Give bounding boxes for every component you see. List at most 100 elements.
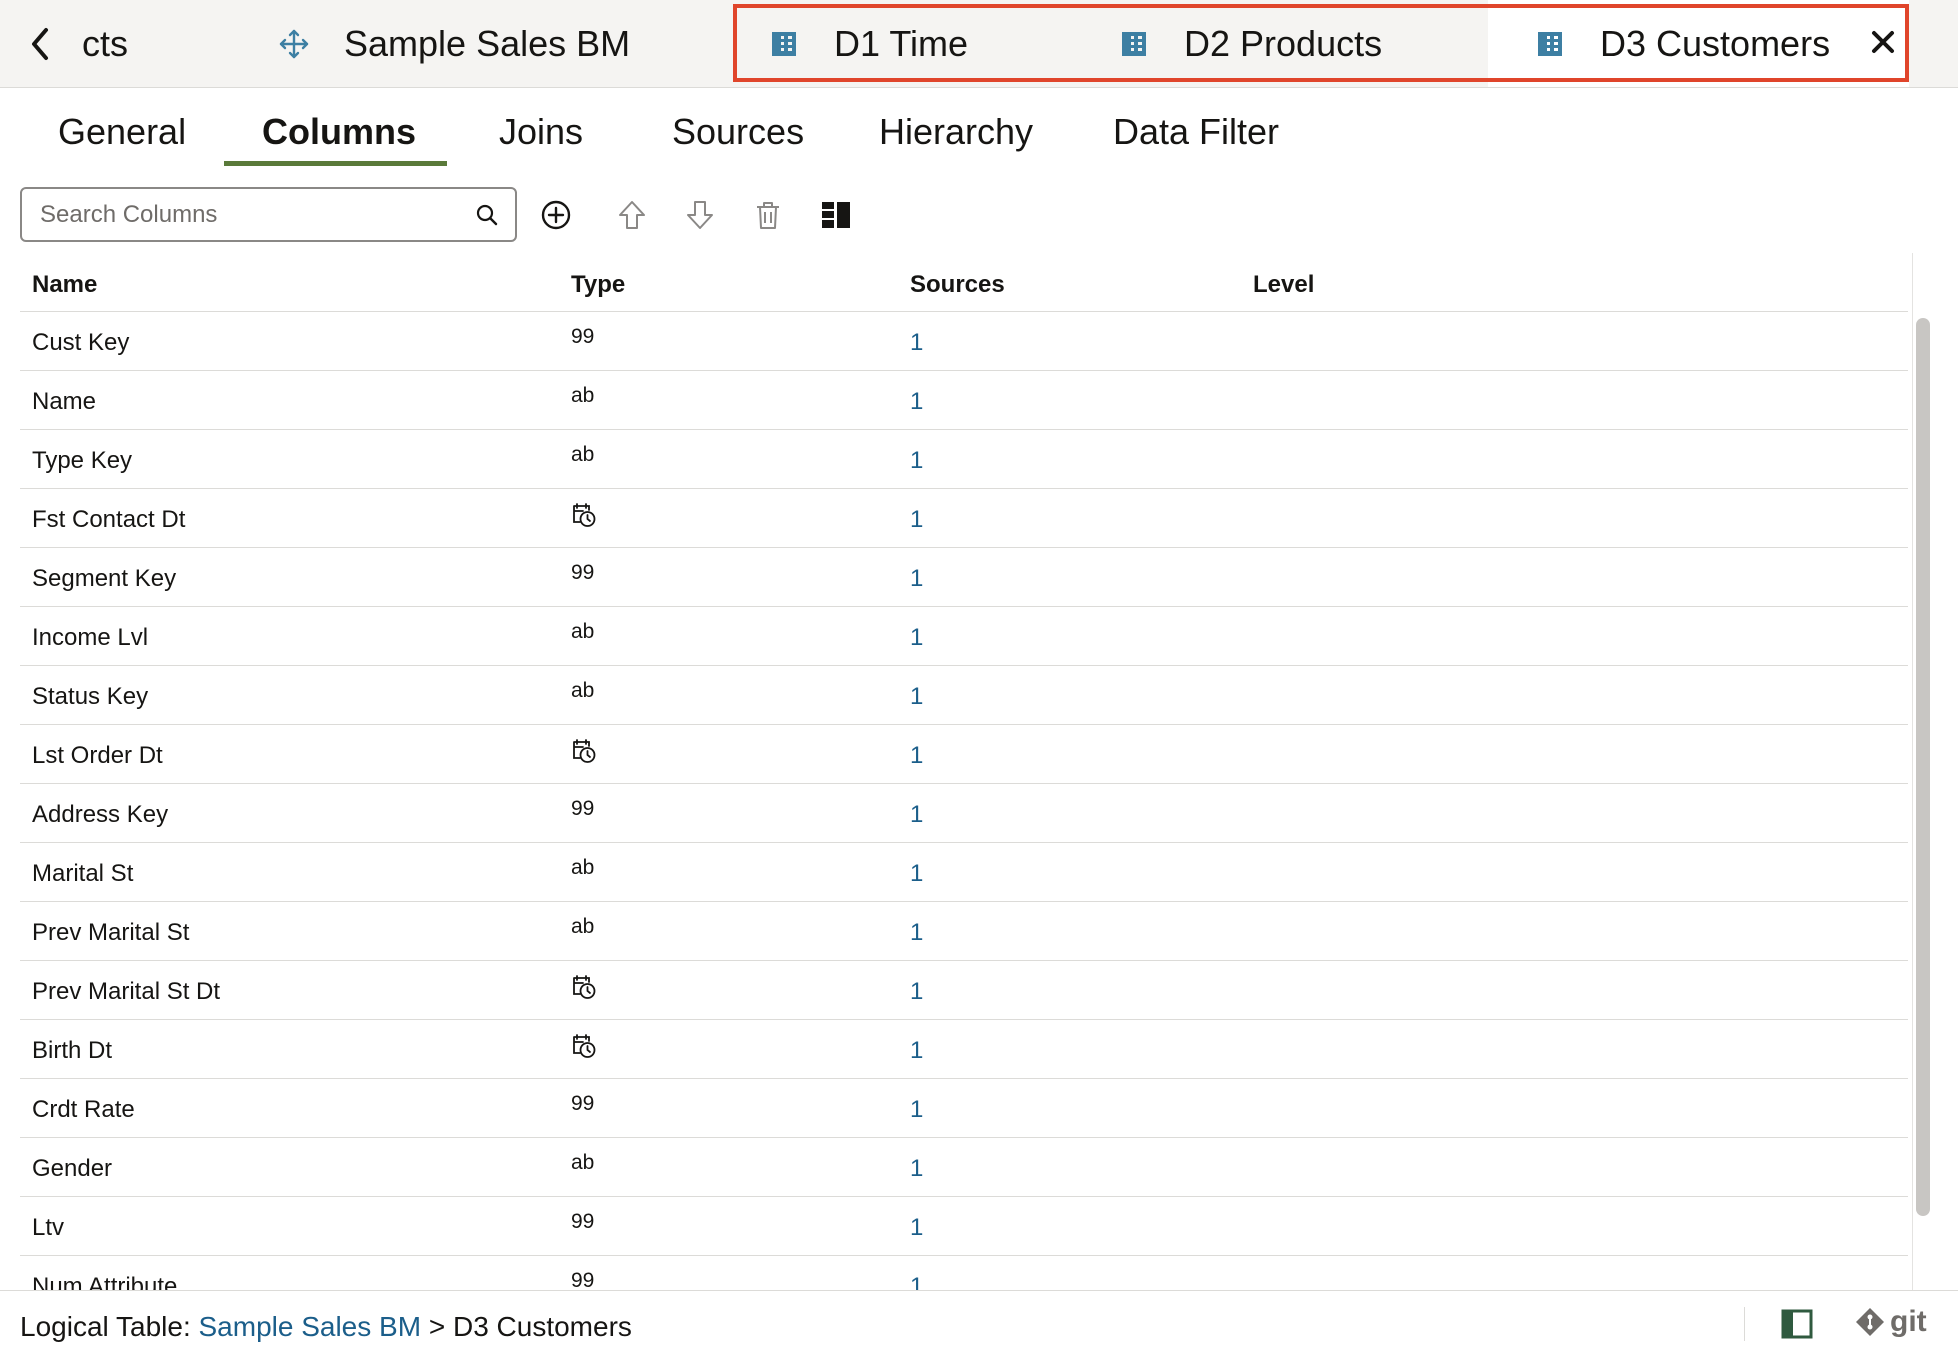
table-row[interactable]: Income Lvl ab 1 [20, 607, 1908, 666]
table-icon [772, 31, 796, 56]
sources-count-link[interactable]: 1 [910, 919, 923, 947]
data-type-cell: ab [571, 856, 595, 879]
detail-tabs: General Columns Joins Sources Hierarchy … [0, 87, 1958, 169]
table-row[interactable]: Crdt Rate 99 1 [20, 1079, 1908, 1138]
data-type-cell: ab [571, 679, 595, 702]
sources-count-link[interactable]: 1 [910, 742, 923, 770]
tab-products-partial[interactable]: cts [82, 0, 128, 87]
close-tab-button[interactable] [1868, 27, 1898, 57]
sources-count-link[interactable]: 1 [910, 801, 923, 829]
tab-sample-sales-bm[interactable]: Sample Sales BM [278, 0, 630, 87]
scrollbar-thumb[interactable] [1916, 318, 1930, 1216]
search-icon [476, 204, 498, 226]
sources-count-link[interactable]: 1 [910, 506, 923, 534]
tab-sources[interactable]: Sources [672, 111, 804, 153]
sources-count-link[interactable]: 1 [910, 978, 923, 1006]
table-row[interactable]: Fst Contact Dt 1 [20, 489, 1908, 548]
tab-label: Sample Sales BM [344, 22, 631, 64]
data-type-cell: 99 [571, 561, 595, 584]
breadcrumb: Logical Table: Sample Sales BM > D3 Cust… [20, 1311, 632, 1343]
column-name-cell: Segment Key [32, 565, 177, 592]
add-icon [541, 200, 571, 230]
tab-joins[interactable]: Joins [499, 111, 583, 153]
columns-layout-icon [822, 202, 850, 228]
active-tab-indicator [224, 161, 447, 166]
tab-label: D1 Time [834, 22, 969, 64]
table-row[interactable]: Ltv 99 1 [20, 1197, 1908, 1256]
back-button[interactable] [24, 22, 60, 66]
data-type-cell: 99 [571, 797, 595, 820]
table-row[interactable]: Segment Key 99 1 [20, 548, 1908, 607]
column-name-cell: Prev Marital St [32, 919, 190, 946]
sources-count-link[interactable]: 1 [910, 860, 923, 888]
delete-column-button[interactable] [751, 198, 785, 232]
tab-general[interactable]: General [58, 111, 186, 153]
table-row[interactable]: Prev Marital St Dt 1 [20, 961, 1908, 1020]
tab-label: cts [82, 22, 129, 64]
table-row[interactable]: Status Key ab 1 [20, 666, 1908, 725]
sources-count-link[interactable]: 1 [910, 1214, 923, 1242]
date-time-type-icon [571, 738, 597, 766]
data-type-cell: ab [571, 915, 595, 938]
column-header-sources[interactable]: Sources [910, 271, 1005, 299]
column-header-type[interactable]: Type [571, 271, 625, 299]
sources-count-link[interactable]: 1 [910, 388, 923, 416]
table-row[interactable]: Lst Order Dt 1 [20, 725, 1908, 784]
sources-count-link[interactable]: 1 [910, 624, 923, 652]
column-name-cell: Crdt Rate [32, 1096, 135, 1123]
git-button[interactable]: git [1854, 1305, 1927, 1339]
column-name-cell: Fst Contact Dt [32, 506, 186, 533]
column-name-cell: Marital St [32, 860, 134, 887]
move-up-button[interactable] [615, 198, 649, 232]
data-type-cell: ab [571, 620, 595, 643]
git-icon [1856, 1308, 1884, 1336]
sources-count-link[interactable]: 1 [910, 1096, 923, 1124]
column-name-cell: Gender [32, 1155, 113, 1182]
sources-count-link[interactable]: 1 [910, 447, 923, 475]
table-row[interactable]: Type Key ab 1 [20, 430, 1908, 489]
sources-count-link[interactable]: 1 [910, 1155, 923, 1183]
column-name-cell: Status Key [32, 683, 149, 710]
column-name-cell: Income Lvl [32, 624, 149, 651]
sources-count-link[interactable]: 1 [910, 1037, 923, 1065]
sources-count-link[interactable]: 1 [910, 1273, 923, 1290]
toggle-panel-button[interactable] [1780, 1308, 1814, 1340]
tab-label: D3 Customers [1600, 22, 1831, 64]
table-row[interactable]: Name ab 1 [20, 371, 1908, 430]
table-row[interactable]: Prev Marital St ab 1 [20, 902, 1908, 961]
data-type-cell: 99 [571, 1269, 595, 1290]
table-row[interactable]: Gender ab 1 [20, 1138, 1908, 1197]
breadcrumb-current: D3 Customers [452, 1311, 632, 1342]
table-row[interactable]: Birth Dt 1 [20, 1020, 1908, 1079]
column-layout-button[interactable] [819, 198, 853, 232]
breadcrumb-separator: > [421, 1311, 453, 1342]
table-row[interactable]: Marital St ab 1 [20, 843, 1908, 902]
column-header-level[interactable]: Level [1253, 271, 1314, 299]
column-name-cell: Num Attribute [32, 1273, 178, 1290]
tab-d2-products[interactable]: D2 Products [1118, 0, 1382, 87]
sources-count-link[interactable]: 1 [910, 329, 923, 357]
close-icon [1872, 31, 1894, 53]
search-input[interactable] [38, 199, 462, 230]
search-columns-field[interactable] [20, 187, 517, 242]
divider [1744, 1307, 1745, 1341]
add-column-button[interactable] [539, 198, 573, 232]
table-row[interactable]: Address Key 99 1 [20, 784, 1908, 843]
tab-data-filter[interactable]: Data Filter [1113, 111, 1279, 153]
column-header-name[interactable]: Name [32, 271, 97, 299]
table-row[interactable]: Cust Key 99 1 [20, 312, 1908, 371]
data-type-cell: 99 [571, 1092, 595, 1115]
tab-d3-customers[interactable]: D3 Customers [1488, 0, 1909, 87]
data-type-cell: 99 [571, 1210, 595, 1233]
tab-hierarchy[interactable]: Hierarchy [879, 111, 1033, 153]
column-name-cell: Type Key [32, 447, 133, 474]
breadcrumb-link-sample-sales-bm[interactable]: Sample Sales BM [199, 1311, 422, 1342]
column-name-cell: Name [32, 388, 97, 415]
tab-columns[interactable]: Columns [262, 111, 416, 153]
move-down-icon [687, 201, 713, 229]
table-row[interactable]: Num Attribute 99 1 [20, 1256, 1908, 1290]
sources-count-link[interactable]: 1 [910, 565, 923, 593]
sources-count-link[interactable]: 1 [910, 683, 923, 711]
tab-d1-time[interactable]: D1 Time [768, 0, 968, 87]
move-down-button[interactable] [683, 198, 717, 232]
